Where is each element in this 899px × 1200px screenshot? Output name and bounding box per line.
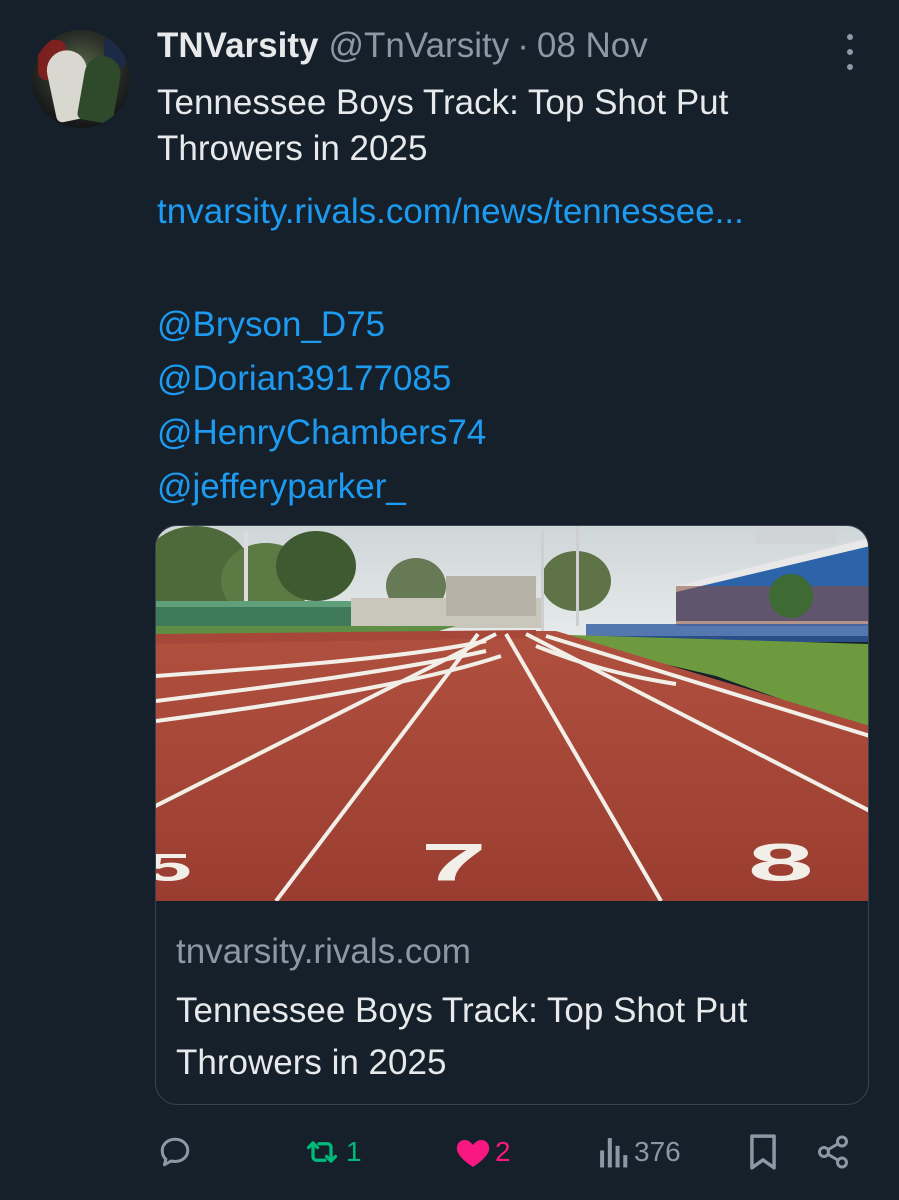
- header-separator: ·: [517, 26, 529, 65]
- author-avatar[interactable]: [32, 30, 130, 128]
- views-button[interactable]: 376: [598, 1128, 681, 1176]
- more-dot: [847, 64, 853, 70]
- card-title: Tennessee Boys Track: Top Shot Put Throw…: [176, 991, 748, 1082]
- heart-icon: [456, 1140, 490, 1167]
- retweet-button[interactable]: 1: [302, 1128, 362, 1176]
- tweet-timestamp[interactable]: 08 Nov: [537, 26, 648, 66]
- views-count: 376: [634, 1136, 681, 1167]
- lane-number: 8: [748, 833, 814, 892]
- mention-link[interactable]: @Bryson_D75: [157, 298, 486, 352]
- bookmark-icon: [750, 1134, 776, 1170]
- retweet-icon: [306, 1141, 338, 1163]
- mention-link[interactable]: @HenryChambers74: [157, 406, 486, 460]
- tweet-header: TNVarsity @TnVarsity · 08 Nov: [157, 26, 648, 66]
- mention-list: @Bryson_D75 @Dorian39177085 @HenryChambe…: [157, 298, 486, 514]
- views-icon: [600, 1138, 628, 1168]
- lane-number: 5: [156, 846, 192, 889]
- lane-number: 7: [421, 833, 487, 892]
- bookmark-button[interactable]: [748, 1128, 778, 1176]
- tweet-text: Tennessee Boys Track: Top Shot Put Throw…: [157, 83, 729, 168]
- share-icon: [818, 1135, 848, 1169]
- author-handle[interactable]: @TnVarsity: [328, 26, 509, 66]
- reply-icon: [160, 1137, 190, 1167]
- tweet-action-bar: 1 2 376: [0, 1128, 899, 1176]
- card-domain: tnvarsity.rivals.com: [176, 932, 471, 971]
- more-dot: [847, 49, 853, 55]
- like-count: 2: [495, 1136, 511, 1167]
- like-button[interactable]: 2: [455, 1128, 511, 1176]
- more-options-icon[interactable]: [840, 34, 860, 70]
- track-lanes-photo: 5 7 8: [156, 526, 868, 901]
- tweet-link[interactable]: tnvarsity.rivals.com/news/tennessee...: [157, 192, 744, 232]
- mention-link[interactable]: @Dorian39177085: [157, 352, 486, 406]
- link-preview-card[interactable]: 5 7 8 tnvarsity.rivals.com Tennessee Boy…: [155, 525, 869, 1105]
- more-dot: [847, 34, 853, 40]
- mention-link[interactable]: @jefferyparker_: [157, 460, 486, 514]
- retweet-count: 1: [346, 1136, 362, 1167]
- share-button[interactable]: [815, 1128, 851, 1176]
- reply-button[interactable]: [157, 1128, 193, 1176]
- author-name[interactable]: TNVarsity: [157, 26, 318, 66]
